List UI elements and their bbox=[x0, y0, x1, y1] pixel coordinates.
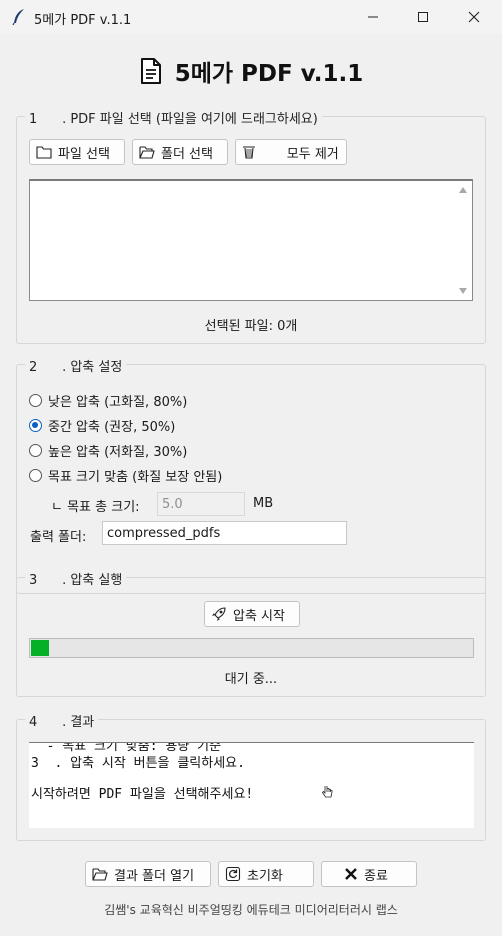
close-icon bbox=[345, 868, 357, 880]
page-title: 5메가 PDF v.1.1 bbox=[174, 61, 364, 87]
section-label: 1 . PDF 파일 선택 (파일을 여기에 드래그하세요) bbox=[25, 108, 322, 127]
results-line: 3 . 압축 시작 버튼을 클릭하세요. bbox=[31, 756, 245, 771]
section-label: 3 . 압축 실행 bbox=[25, 569, 127, 588]
wastebasket-icon bbox=[243, 146, 255, 159]
start-compression-label: 압축 시작 bbox=[233, 608, 285, 624]
section-label: 4 . 결과 bbox=[25, 711, 99, 730]
select-folder-button[interactable]: 폴더 선택 bbox=[132, 139, 228, 165]
window-title: 5메가 PDF v.1.1 bbox=[34, 13, 132, 28]
radio-medium-compression[interactable]: 중간 압축 (권장, 50%) bbox=[29, 416, 175, 435]
maximize-icon bbox=[418, 12, 428, 22]
hand-cursor-icon bbox=[321, 786, 333, 798]
radio-label: 중간 압축 (권장, 50%) bbox=[48, 420, 176, 435]
rocket-icon bbox=[212, 607, 226, 621]
close-button[interactable] bbox=[451, 0, 497, 34]
target-size-label: ㄴ 목표 총 크기: bbox=[51, 500, 140, 515]
progress-fill bbox=[31, 640, 49, 656]
radio-target-size[interactable]: 목표 크기 맞춤 (화질 보장 안됨) bbox=[29, 466, 222, 485]
results-textbox[interactable]: - 목표 크기 맞춤: 용량 기준 3 . 압축 시작 버튼을 클릭하세요. 시… bbox=[29, 742, 474, 828]
scroll-down-icon[interactable] bbox=[459, 288, 467, 294]
radio-high-compression[interactable]: 높은 압축 (저화질, 30%) bbox=[29, 441, 187, 460]
open-folder-icon bbox=[92, 868, 108, 881]
radio-label: 낮은 압축 (고화질, 80%) bbox=[48, 395, 188, 410]
output-folder-label: 출력 폴더: bbox=[30, 530, 87, 545]
file-selection-group: 1 . PDF 파일 선택 (파일을 여기에 드래그하세요) 파일 선택 폴더 … bbox=[16, 108, 486, 344]
radio-indicator bbox=[29, 444, 42, 457]
radio-label: 높은 압축 (저화질, 30%) bbox=[48, 445, 188, 460]
output-folder-input[interactable]: compressed_pdfs bbox=[102, 521, 347, 545]
main-window: 5메가 PDF v.1.1 1 . PDF 파일 선택 (파일을 여기에 드래그… bbox=[0, 34, 502, 936]
start-compression-button[interactable]: 압축 시작 bbox=[204, 601, 300, 627]
remove-all-label: 모두 제거 bbox=[262, 146, 339, 162]
remove-all-button[interactable]: 모두 제거 bbox=[235, 139, 347, 165]
select-folder-label: 폴더 선택 bbox=[161, 146, 213, 162]
feather-icon bbox=[12, 9, 24, 26]
radio-label: 목표 크기 맞춤 (화질 보장 안됨) bbox=[48, 470, 223, 485]
title-bar: 5메가 PDF v.1.1 bbox=[0, 0, 502, 34]
maximize-button[interactable] bbox=[400, 0, 446, 34]
target-size-unit: MB bbox=[253, 496, 274, 511]
app-header: 5메가 PDF v.1.1 bbox=[0, 54, 502, 88]
minimize-icon bbox=[368, 16, 378, 18]
folder-icon bbox=[36, 146, 52, 159]
status-text: 대기 중... bbox=[224, 672, 278, 687]
section-label: 2 . 압축 설정 bbox=[25, 356, 127, 375]
select-file-label: 파일 선택 bbox=[58, 146, 110, 162]
target-size-input[interactable]: 5.0 bbox=[157, 492, 245, 516]
radio-indicator bbox=[29, 469, 42, 482]
footer-credit: 김쌤's 교육혁신 비주얼띵킹 에듀테크 미디어리터러시 랩스 bbox=[104, 903, 398, 917]
radio-indicator bbox=[29, 394, 42, 407]
minimize-button[interactable] bbox=[350, 0, 396, 34]
results-line: 시작하려면 PDF 파일을 선택해주세요! bbox=[31, 787, 254, 802]
exit-button[interactable]: 종료 bbox=[321, 861, 417, 887]
scroll-up-icon[interactable] bbox=[459, 187, 467, 193]
reset-button[interactable]: 초기화 bbox=[218, 861, 314, 887]
document-icon bbox=[140, 58, 161, 84]
compression-run-group: 3 . 압축 실행 압축 시작 대기 중... bbox=[16, 569, 486, 697]
open-result-folder-button[interactable]: 결과 폴더 열기 bbox=[85, 861, 211, 887]
compression-settings-group: 2 . 압축 설정 낮은 압축 (고화질, 80%) 중간 압축 (권장, 50… bbox=[16, 356, 486, 594]
radio-low-compression[interactable]: 낮은 압축 (고화질, 80%) bbox=[29, 391, 187, 410]
progress-bar bbox=[29, 638, 474, 658]
open-result-folder-label: 결과 폴더 열기 bbox=[114, 868, 195, 884]
selected-file-count: 선택된 파일: 0개 bbox=[204, 319, 298, 334]
reset-label: 초기화 bbox=[247, 868, 283, 884]
exit-label: 종료 bbox=[364, 868, 388, 884]
radio-indicator bbox=[29, 419, 42, 432]
open-folder-icon bbox=[139, 146, 155, 159]
close-icon bbox=[468, 11, 480, 23]
refresh-icon bbox=[225, 866, 241, 882]
select-file-button[interactable]: 파일 선택 bbox=[29, 139, 125, 165]
file-list[interactable] bbox=[29, 179, 473, 301]
results-group: 4 . 결과 - 목표 크기 맞춤: 용량 기준 3 . 압축 시작 버튼을 클… bbox=[16, 711, 486, 841]
